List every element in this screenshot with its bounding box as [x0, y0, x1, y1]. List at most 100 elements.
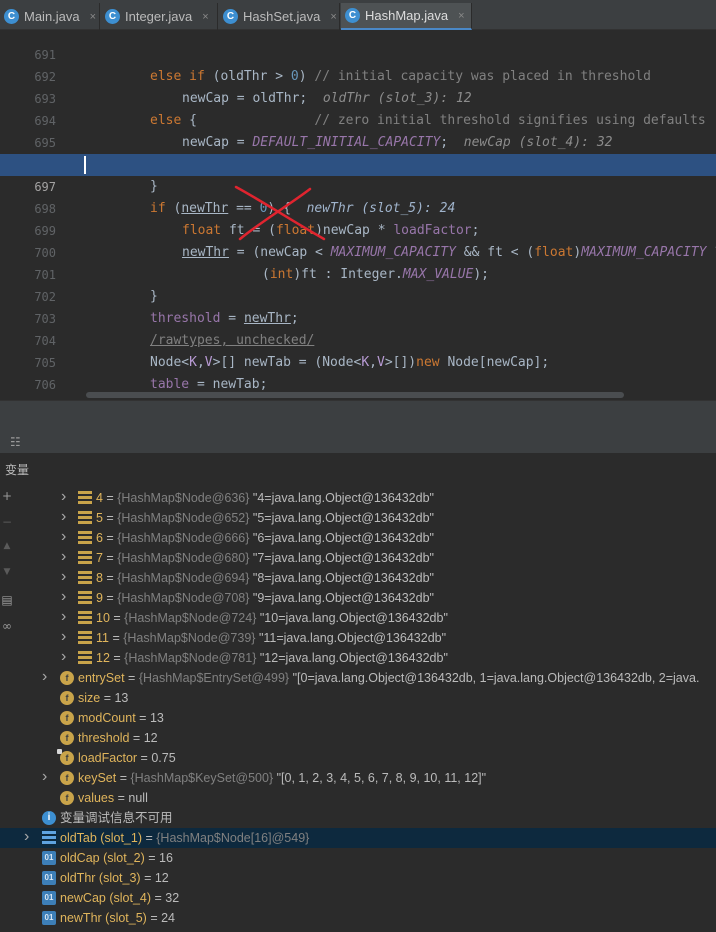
variable-name: 7: [96, 551, 103, 565]
variable-name: 4: [96, 491, 103, 505]
close-icon[interactable]: ×: [202, 11, 208, 23]
list-icon: [78, 611, 92, 625]
variable-row[interactable]: › 7 = {HashMap$Node@680} "7=java.lang.Obj…: [0, 548, 716, 568]
tab-integer-java[interactable]: C Integer.java ×: [101, 3, 218, 30]
variable-value: "12=java.lang.Object@136432db": [259, 651, 448, 665]
layout-settings-icon[interactable]: ☷: [10, 435, 21, 449]
variable-value: "11=java.lang.Object@136432db": [258, 631, 447, 645]
close-icon[interactable]: ×: [458, 10, 464, 22]
java-class-icon: C: [105, 9, 120, 24]
code-line: 696 }: [34, 158, 158, 194]
code-line: 702 threshold = newThr;: [34, 290, 299, 326]
variable-value: null: [128, 791, 148, 805]
variable-name: newThr (slot_5): [60, 911, 147, 925]
variable-row[interactable]: 01 newCap (slot_4) = 32: [0, 888, 716, 908]
variable-value: 13: [149, 711, 164, 725]
variable-row[interactable]: › 8 = {HashMap$Node@694} "8=java.lang.Obj…: [0, 568, 716, 588]
tab-hashset-java[interactable]: C HashSet.java ×: [219, 3, 340, 30]
expand-chevron-icon[interactable]: ›: [61, 648, 66, 666]
tab-hashmap-java[interactable]: C HashMap.java ×: [341, 3, 472, 30]
variable-row[interactable]: 01 newThr (slot_5) = 24: [0, 908, 716, 928]
variable-value: 13: [114, 691, 129, 705]
field-icon: f: [60, 711, 74, 725]
object-reference: {HashMap$Node@636}: [117, 491, 253, 505]
variable-row[interactable]: f modCount = 13: [0, 708, 716, 728]
expand-chevron-icon[interactable]: ›: [61, 628, 66, 646]
horizontal-scrollbar[interactable]: [86, 392, 624, 398]
expand-chevron-icon[interactable]: ›: [42, 768, 47, 786]
variable-row[interactable]: › 11 = {HashMap$Node@739} "11=java.lang.O…: [0, 628, 716, 648]
info-icon: i: [42, 811, 56, 825]
variable-row[interactable]: f threshold = 12: [0, 728, 716, 748]
variable-row[interactable]: f size = 13: [0, 688, 716, 708]
object-reference: {HashMap$Node@680}: [117, 551, 253, 565]
expand-chevron-icon[interactable]: ›: [24, 828, 29, 846]
object-reference: {HashMap$Node@652}: [117, 511, 253, 525]
variable-row[interactable]: f loadFactor = 0.75: [0, 748, 716, 768]
list-icon: [78, 631, 92, 645]
expand-chevron-icon[interactable]: ›: [42, 668, 47, 686]
variable-value: "7=java.lang.Object@136432db": [252, 551, 434, 565]
variable-value: "5=java.lang.Object@136432db": [252, 511, 434, 525]
variable-value: "4=java.lang.Object@136432db": [252, 491, 434, 505]
variable-row[interactable]: › f keySet = {HashMap$KeySet@500} "[0, 1, …: [0, 768, 716, 788]
variable-row[interactable]: › 10 = {HashMap$Node@724} "10=java.lang.O…: [0, 608, 716, 628]
expand-chevron-icon[interactable]: ›: [61, 568, 66, 586]
variable-row[interactable]: › 6 = {HashMap$Node@666} "6=java.lang.Obj…: [0, 528, 716, 548]
variable-row[interactable]: f values = null: [0, 788, 716, 808]
expand-chevron-icon[interactable]: ›: [61, 488, 66, 506]
tab-label: Integer.java: [125, 9, 193, 24]
expand-chevron-icon[interactable]: ›: [61, 588, 66, 606]
close-icon[interactable]: ×: [90, 11, 96, 23]
expand-chevron-icon[interactable]: ›: [61, 528, 66, 546]
field-icon: f: [60, 731, 74, 745]
local-icon: 01: [42, 911, 56, 925]
variable-row[interactable]: › 9 = {HashMap$Node@708} "9=java.lang.Obj…: [0, 588, 716, 608]
variable-row[interactable]: › oldTab (slot_1) = {HashMap$Node[16]@549…: [0, 828, 716, 848]
object-reference: {HashMap$Node@781}: [124, 651, 260, 665]
expand-chevron-icon[interactable]: ›: [61, 548, 66, 566]
variable-row[interactable]: 01 oldCap (slot_2) = 16: [0, 848, 716, 868]
variable-value: 32: [165, 891, 180, 905]
list-icon: [78, 491, 92, 505]
field-icon: f: [60, 671, 74, 685]
variable-name: 9: [96, 591, 103, 605]
object-reference: {HashMap$Node[16]@549}: [156, 831, 310, 845]
object-reference: {HashMap$EntrySet@499}: [138, 671, 293, 685]
object-reference: {HashMap$Node@724}: [124, 611, 260, 625]
final-field-icon: f: [57, 749, 74, 765]
list-icon: [78, 591, 92, 605]
field-icon: f: [60, 691, 74, 705]
variable-row[interactable]: i 变量调试信息不可用: [0, 808, 716, 828]
variable-name: 5: [96, 511, 103, 525]
code-line: 695 newThr = (int)(DEFAULT_LOAD_FACTOR *…: [34, 136, 675, 172]
tab-label: Main.java: [24, 9, 80, 24]
expand-chevron-icon[interactable]: ›: [61, 508, 66, 526]
panel-title: 变量: [5, 463, 30, 477]
variable-name: 8: [96, 571, 103, 585]
variable-row[interactable]: › 12 = {HashMap$Node@781} "12=java.lang.O…: [0, 648, 716, 668]
expand-chevron-icon[interactable]: ›: [61, 608, 66, 626]
variable-name: threshold: [78, 731, 130, 745]
variable-name: 11: [96, 631, 109, 645]
variable-row[interactable]: 01 oldThr (slot_3) = 12: [0, 868, 716, 888]
code-line: 691 else if (oldThr > 0) // initial capa…: [34, 48, 651, 84]
red-x-annotation: [234, 185, 326, 241]
variable-row[interactable]: › 5 = {HashMap$Node@652} "5=java.lang.Obj…: [0, 508, 716, 528]
variable-row[interactable]: › 4 = {HashMap$Node@636} "4=java.lang.Obj…: [0, 488, 716, 508]
current-execution-line: 697 if (newThr == 0) { newThr (slot_5): …: [0, 154, 716, 216]
variable-value: 0.75: [151, 751, 176, 765]
code-line: 693 else { // zero initial threshold sig…: [34, 92, 706, 128]
text-caret: [84, 156, 86, 174]
code-editor[interactable]: 691 else if (oldThr > 0) // initial capa…: [0, 31, 716, 399]
object-reference: {HashMap$Node@739}: [123, 631, 259, 645]
tab-main-java[interactable]: C Main.java ×: [0, 3, 100, 30]
list-icon: [78, 651, 92, 665]
close-icon[interactable]: ×: [330, 11, 336, 23]
java-class-icon: C: [223, 9, 238, 24]
array-icon: [42, 831, 56, 845]
variable-value: "[0, 1, 2, 3, 4, 5, 6, 7, 8, 9, 10, 11, …: [276, 771, 487, 785]
code-line: 705 table = newTab;: [34, 356, 268, 392]
variable-row[interactable]: › f entrySet = {HashMap$EntrySet@499} "[0=…: [0, 668, 716, 688]
list-icon: [78, 531, 92, 545]
